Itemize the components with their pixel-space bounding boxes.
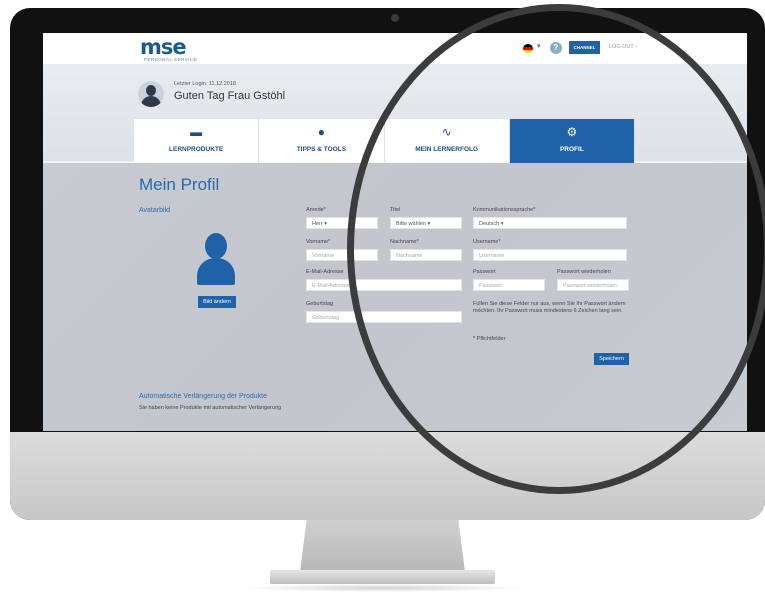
mse-logo[interactable]: mse <box>140 35 187 59</box>
password-label: Passwort <box>473 269 496 275</box>
birthday-label: Geburtstag <box>306 301 334 307</box>
firstname-field[interactable]: Vorname <box>306 249 378 261</box>
help-icon[interactable]: ? <box>550 42 562 54</box>
monitor-chin <box>10 432 765 520</box>
monitor-foot <box>270 570 495 584</box>
email-label: E-Mail-Adresse <box>306 269 344 275</box>
required-note: * Pflichtfelder <box>473 336 506 342</box>
change-image-button[interactable]: Bild ändern <box>198 296 236 308</box>
password-field[interactable]: Passwort <box>473 279 545 291</box>
avatar-section-label: Avatarbild <box>139 207 171 214</box>
birthday-field[interactable]: Geburtstag <box>306 311 462 323</box>
salutation-label: Anrede* <box>306 207 326 213</box>
stand-shadow <box>240 584 525 592</box>
tab-tipps-tools[interactable]: ● TIPPS & TOOLS <box>259 119 385 163</box>
title-label: Titel <box>390 207 401 213</box>
logout-link[interactable]: LOG OUT › <box>609 44 637 50</box>
tab-label: LERNPRODUKTE <box>169 146 224 153</box>
title-select[interactable]: Bitte wählen ▾ <box>390 217 462 229</box>
app-screen: mse PERSONAL SERVICE ▾ ? CHANNEL LOG OUT… <box>43 33 747 431</box>
tab-label: PROFIL <box>559 146 584 153</box>
profile-avatar <box>197 233 235 285</box>
tab-profil[interactable]: ⚙ PROFIL <box>509 119 635 163</box>
channel-button[interactable]: CHANNEL <box>569 41 600 54</box>
profile-content-area <box>43 163 747 431</box>
language-value: Deutsch <box>479 221 500 227</box>
language-label: Kommunikationssprache* <box>473 207 536 213</box>
language-select[interactable]: Deutsch ▾ <box>473 217 627 229</box>
chat-bubble-icon: ● <box>317 125 325 139</box>
tablet-icon: ▬ <box>190 125 203 139</box>
main-nav: ▬ LERNPRODUKTE ● TIPPS & TOOLS ∿ MEIN LE… <box>134 119 635 163</box>
salutation-select[interactable]: Herr ▾ <box>306 217 378 229</box>
trend-chart-icon: ∿ <box>441 125 452 139</box>
last-login-text: Letzter Login: 11.12.2018 <box>174 81 236 87</box>
monitor-stand <box>300 520 465 572</box>
username-label: Username* <box>473 239 501 245</box>
top-bar: mse PERSONAL SERVICE ▾ ? CHANNEL LOG OUT… <box>43 33 747 65</box>
save-button[interactable]: Speichern <box>594 353 629 365</box>
salutation-value: Herr <box>312 221 323 227</box>
german-flag-icon[interactable] <box>523 44 533 53</box>
camera-dot <box>391 14 399 22</box>
title-value: Bitte wählen <box>396 221 426 227</box>
tab-lernprodukte[interactable]: ▬ LERNPRODUKTE <box>134 119 260 163</box>
password-repeat-label: Passwort wiederholen <box>557 269 611 275</box>
lastname-field[interactable]: Nachname <box>390 249 462 261</box>
page-title: Mein Profil <box>139 175 220 194</box>
password-repeat-field[interactable]: Passwort wiederholen <box>557 279 629 291</box>
tab-label: TIPPS & TOOLS <box>296 146 347 153</box>
gear-icon: ⚙ <box>566 125 578 139</box>
logo-subtitle: PERSONAL SERVICE <box>144 57 198 62</box>
renewal-title: Automatische Verlängerung der Produkte <box>139 393 268 400</box>
tab-mein-lernerfolg[interactable]: ∿ MEIN LERNERFOLG <box>384 119 510 163</box>
renewal-text: Sie haben keine Produkte mit automatisch… <box>139 405 282 411</box>
chevron-down-icon[interactable]: ▾ <box>537 42 541 50</box>
avatar <box>138 81 164 107</box>
lastname-label: Nachname* <box>390 239 419 245</box>
password-hint: Füllen Sie diese Felder nur aus, wenn Si… <box>473 301 626 314</box>
tab-label: MEIN LERNERFOLG <box>415 146 479 153</box>
email-field[interactable]: E-Mail-Adresse <box>306 279 462 291</box>
greeting-text: Guten Tag Frau Gstöhl <box>174 90 286 102</box>
firstname-label: Vorname* <box>306 239 331 245</box>
username-field[interactable]: Username <box>473 249 627 261</box>
